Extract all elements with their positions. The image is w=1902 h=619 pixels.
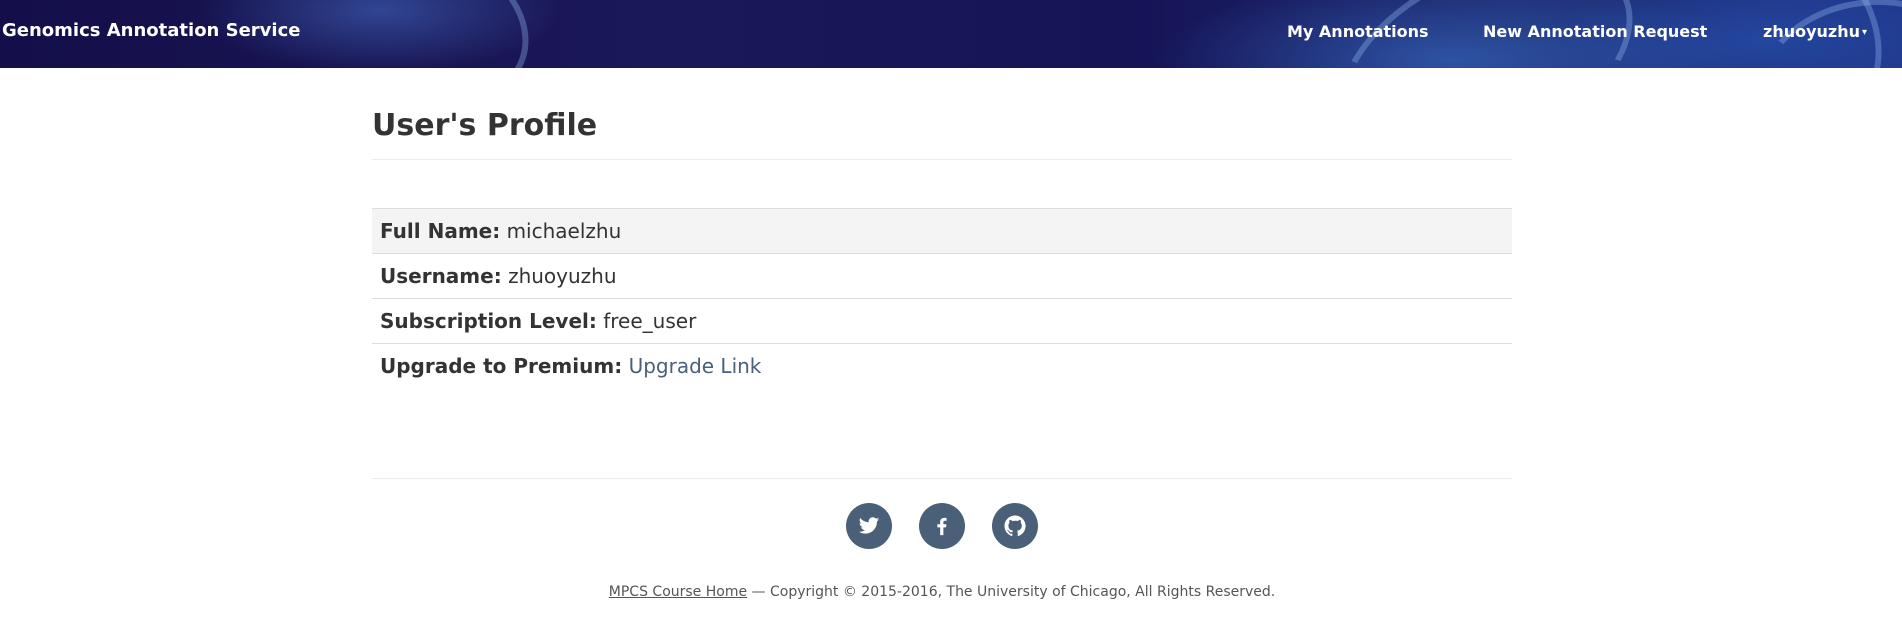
user-menu-label: zhuoyuzhu <box>1763 22 1860 41</box>
subscription-level-label: Subscription Level: <box>380 309 597 333</box>
github-button[interactable] <box>992 503 1039 549</box>
profile-row-full-name: Full Name: michaelzhu <box>372 208 1512 254</box>
copyright-text: — Copyright © 2015-2016, The University … <box>747 584 1276 600</box>
social-links <box>372 503 1512 551</box>
nav-new-annotation-request[interactable]: New Annotation Request <box>1483 22 1707 41</box>
mpcs-course-home-link[interactable]: MPCS Course Home <box>609 584 747 600</box>
upgrade-link[interactable]: Upgrade Link <box>629 354 762 378</box>
profile-row-subscription: Subscription Level: free_user <box>372 298 1512 344</box>
facebook-icon <box>937 517 947 536</box>
profile-row-username: Username: zhuoyuzhu <box>372 253 1512 299</box>
full-name-value: michaelzhu <box>506 219 622 243</box>
subscription-level-value: free_user <box>603 309 697 333</box>
twitter-icon <box>858 517 879 534</box>
github-icon <box>1004 515 1026 537</box>
top-navbar: Genomics Annotation Service My Annotatio… <box>0 0 1902 68</box>
brand-link[interactable]: Genomics Annotation Service <box>2 20 300 41</box>
main-container: User's Profile Full Name: michaelzhu Use… <box>372 68 1512 600</box>
twitter-button[interactable] <box>845 503 892 549</box>
dna-strand-decoration <box>279 0 553 68</box>
username-value: zhuoyuzhu <box>508 264 617 288</box>
caret-down-icon: ▾ <box>1862 27 1868 38</box>
upgrade-premium-label: Upgrade to Premium: <box>380 354 623 378</box>
full-name-label: Full Name: <box>380 219 501 243</box>
footer-copyright: MPCS Course Home — Copyright © 2015-2016… <box>372 584 1512 600</box>
footer-divider <box>372 478 1512 479</box>
page-title: User's Profile <box>372 108 598 143</box>
title-divider <box>372 159 1512 160</box>
nav-my-annotations[interactable]: My Annotations <box>1287 22 1429 41</box>
user-menu-dropdown[interactable]: zhuoyuzhu ▾ <box>1763 22 1867 41</box>
profile-table: Full Name: michaelzhu Username: zhuoyuzh… <box>372 208 1512 388</box>
facebook-button[interactable] <box>919 503 965 549</box>
username-label: Username: <box>380 264 502 288</box>
profile-row-upgrade: Upgrade to Premium: Upgrade Link <box>372 343 1512 388</box>
